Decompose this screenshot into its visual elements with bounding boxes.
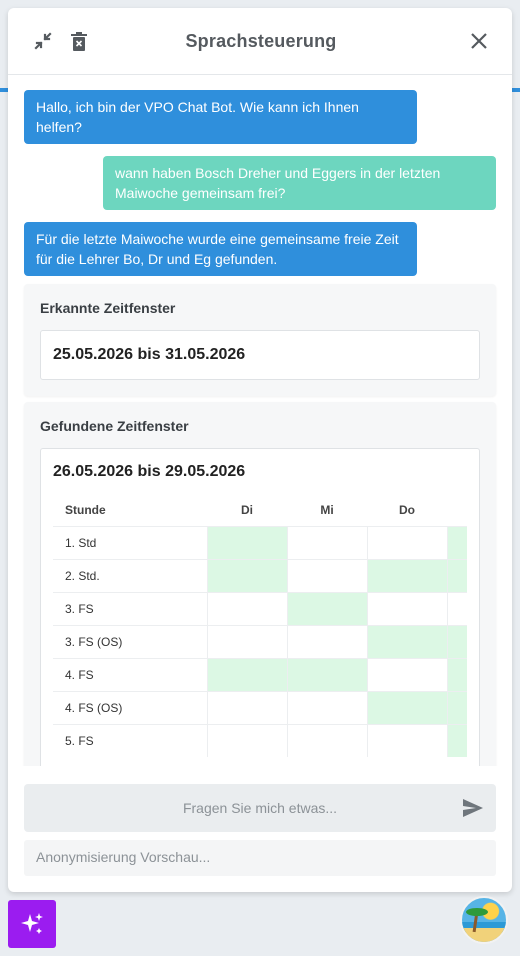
- voice-control-panel: Sprachsteuerung Hallo, ich bin der VPO C…: [8, 8, 512, 892]
- recognized-heading: Erkannte Zeitfenster: [40, 300, 176, 316]
- found-heading: Gefundene Zeitfenster: [40, 418, 189, 434]
- table-row: 4. FS: [53, 657, 467, 691]
- column-header-mi: Mi: [320, 503, 334, 518]
- busy-slot-cell: [206, 624, 287, 658]
- bot-message: Hallo, ich bin der VPO Chat Bot. Wie kan…: [24, 90, 417, 144]
- user-message: wann haben Bosch Dreher und Eggers in de…: [103, 156, 496, 210]
- message-input[interactable]: Fragen Sie mich etwas...: [183, 800, 337, 816]
- slot-label: 4. FS (OS): [53, 690, 207, 724]
- table-row: 5. FS: [53, 723, 467, 757]
- table-row: 4. FS (OS): [53, 690, 467, 724]
- send-icon[interactable]: [462, 798, 484, 818]
- free-slot-cell: [446, 723, 467, 757]
- table-row: 3. FS (OS): [53, 624, 467, 658]
- recognized-range-box: 25.05.2026 bis 31.05.2026: [40, 330, 480, 380]
- recognized-timeframe-card: Erkannte Zeitfenster 25.05.2026 bis 31.0…: [24, 284, 496, 396]
- free-slot-cell: [446, 558, 467, 592]
- message-composer[interactable]: Fragen Sie mich etwas...: [24, 784, 496, 832]
- busy-slot-cell: [286, 723, 367, 757]
- ai-assistant-button[interactable]: [8, 900, 56, 948]
- delete-icon[interactable]: [68, 30, 90, 52]
- slot-label: 4. FS: [53, 657, 207, 691]
- close-icon[interactable]: [468, 30, 490, 52]
- free-slot-cell: [366, 558, 447, 592]
- free-slot-cell: [286, 657, 367, 691]
- user-avatar[interactable]: [460, 896, 508, 944]
- slot-label: 5. FS: [53, 723, 207, 757]
- busy-slot-cell: [366, 657, 447, 691]
- panel-header: Sprachsteuerung: [8, 8, 512, 75]
- slot-label: 1. Std: [53, 525, 207, 559]
- free-slot-cell: [366, 624, 447, 658]
- slot-label: 2. Std.: [53, 558, 207, 592]
- busy-slot-cell: [286, 690, 367, 724]
- column-header-do: Do: [399, 503, 415, 518]
- anonymization-preview: Anonymisierung Vorschau...: [24, 840, 496, 876]
- busy-slot-cell: [446, 591, 467, 625]
- busy-slot-cell: [286, 624, 367, 658]
- busy-slot-cell: [206, 591, 287, 625]
- free-slot-cell: [366, 690, 447, 724]
- found-range-box: 26.05.2026 bis 29.05.2026 Stunde Di Mi D…: [40, 448, 480, 766]
- column-header-fr: [447, 495, 467, 526]
- bot-message: Für die letzte Maiwoche wurde eine gemei…: [24, 222, 417, 276]
- free-slot-cell: [446, 624, 467, 658]
- busy-slot-cell: [206, 723, 287, 757]
- found-range: 26.05.2026 bis 29.05.2026: [53, 463, 246, 480]
- minimize-icon[interactable]: [32, 30, 54, 52]
- sparkles-icon: [21, 913, 43, 934]
- free-slot-cell: [206, 558, 287, 592]
- recognized-range: 25.05.2026 bis 31.05.2026: [53, 346, 246, 363]
- free-slot-cell: [286, 591, 367, 625]
- chat-history[interactable]: Hallo, ich bin der VPO Chat Bot. Wie kan…: [8, 76, 512, 766]
- table-row: 1. Std: [53, 525, 467, 559]
- table-row: 2. Std.: [53, 558, 467, 592]
- free-slot-cell: [206, 657, 287, 691]
- free-slot-cell: [446, 657, 467, 691]
- busy-slot-cell: [366, 723, 447, 757]
- table-row: 3. FS: [53, 591, 467, 625]
- busy-slot-cell: [366, 525, 447, 559]
- free-slot-cell: [206, 525, 287, 559]
- panel-title: Sprachsteuerung: [185, 30, 337, 51]
- busy-slot-cell: [206, 690, 287, 724]
- slot-label: 3. FS: [53, 591, 207, 625]
- busy-slot-cell: [286, 558, 367, 592]
- availability-table: Stunde Di Mi Do 1. Std 2. Std. 3. FS 3. FS …: [53, 495, 467, 757]
- free-slot-cell: [446, 525, 467, 559]
- busy-slot-cell: [286, 525, 367, 559]
- column-header-di: Di: [241, 503, 253, 518]
- free-slot-cell: [446, 690, 467, 724]
- found-timeframe-card: Gefundene Zeitfenster 26.05.2026 bis 29.…: [24, 402, 496, 766]
- busy-slot-cell: [366, 591, 447, 625]
- column-header-stunde: Stunde: [65, 503, 106, 518]
- slot-label: 3. FS (OS): [53, 624, 207, 658]
